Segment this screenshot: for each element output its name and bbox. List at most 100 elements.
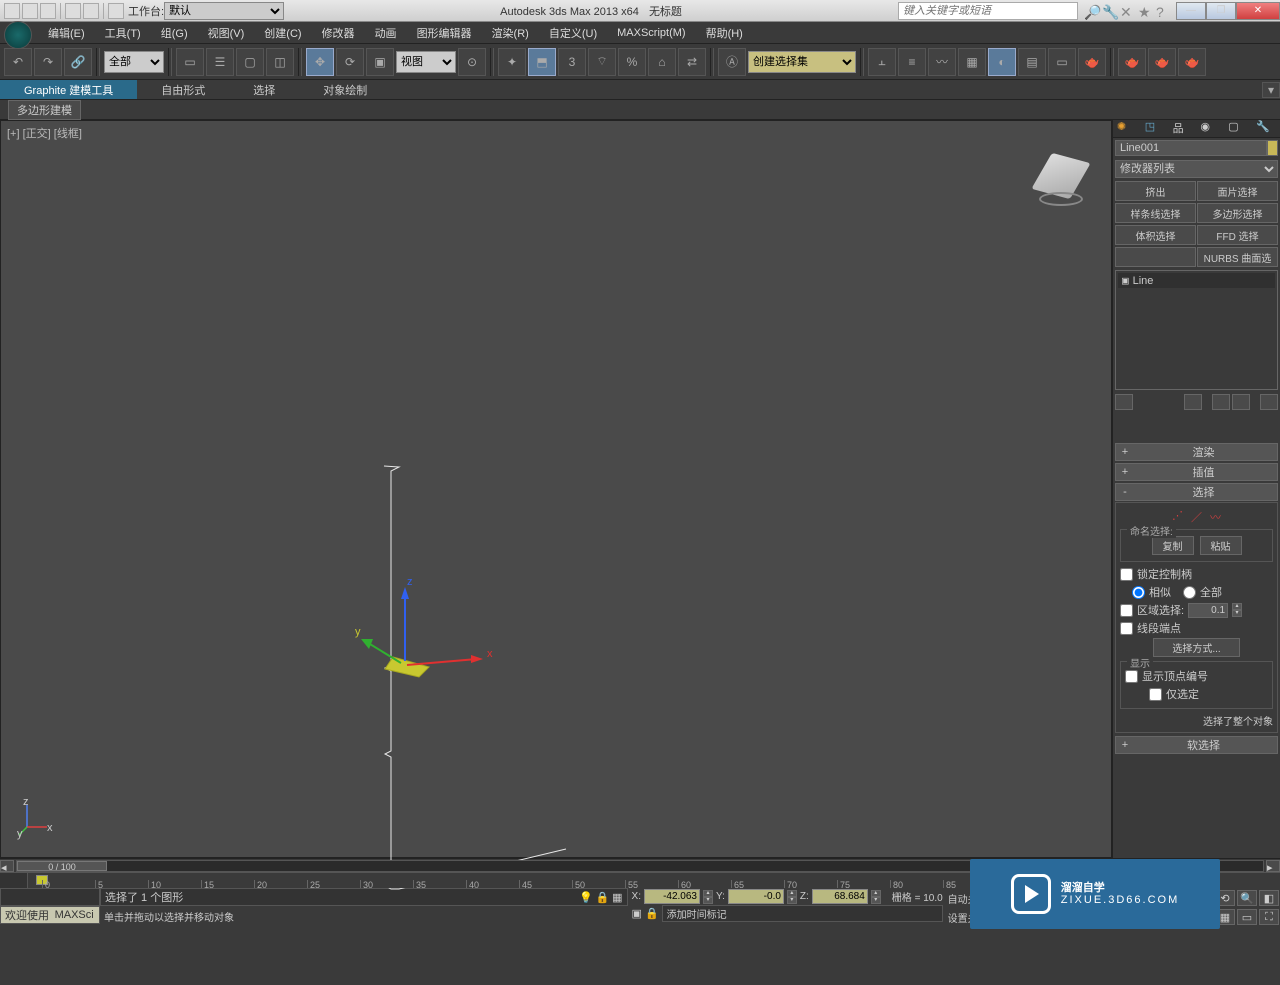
menu-views[interactable]: 视图(V)	[198, 23, 255, 43]
close-button[interactable]: ✕	[1236, 2, 1280, 20]
copy-named-sel-button[interactable]: 复制	[1152, 536, 1194, 555]
render-production-icon[interactable]: 🫖	[1178, 48, 1206, 76]
menu-edit[interactable]: 编辑(E)	[38, 23, 95, 43]
qat-open-icon[interactable]	[22, 3, 38, 19]
schematic-view-icon[interactable]: ▦	[958, 48, 986, 76]
rollout-selection[interactable]: -选择	[1115, 483, 1278, 501]
time-slider-handle[interactable]: 0 / 100	[17, 861, 107, 871]
spinner-snap-icon[interactable]: %	[618, 48, 646, 76]
modset-patch[interactable]: 面片选择	[1197, 181, 1278, 201]
render-frame-icon[interactable]: ▭	[1048, 48, 1076, 76]
area-select-value[interactable]	[1188, 603, 1228, 618]
window-crossing-icon[interactable]: ◫	[266, 48, 294, 76]
utilities-tab-icon[interactable]: 🔧	[1256, 120, 1276, 136]
viewport-label[interactable]: [+] [正交] [线框]	[7, 125, 82, 141]
area-select-checkbox[interactable]	[1120, 604, 1133, 617]
ribbon-tab-freeform[interactable]: 自由形式	[137, 80, 229, 99]
render-setup-icon[interactable]: ▤	[1018, 48, 1046, 76]
grid-icon[interactable]: ▦	[612, 891, 622, 904]
stack-item-line[interactable]: ▣Line	[1118, 273, 1275, 288]
select-rotate-icon[interactable]: ⟳	[336, 48, 364, 76]
named-sel-icon[interactable]: Ⓐ	[718, 48, 746, 76]
modset-poly-sel[interactable]: 多边形选择	[1197, 203, 1278, 223]
only-selected-checkbox[interactable]	[1149, 688, 1162, 701]
material-editor-icon[interactable]: ◐	[988, 48, 1016, 76]
qat-redo-icon[interactable]	[83, 3, 99, 19]
select-region-rect-icon[interactable]: ▢	[236, 48, 264, 76]
all-radio[interactable]	[1183, 586, 1196, 599]
quick-render-icon[interactable]: 🫖	[1118, 48, 1146, 76]
render-preset-icon[interactable]: 🫖	[1148, 48, 1176, 76]
menu-animation[interactable]: 动画	[365, 23, 407, 43]
select-by-button[interactable]: 选择方式...	[1153, 638, 1239, 657]
curve-editor-icon[interactable]: 〰	[928, 48, 956, 76]
hierarchy-tab-icon[interactable]: 品	[1173, 120, 1193, 136]
minimize-button[interactable]: —	[1176, 2, 1206, 20]
welcome-button[interactable]: 欢迎使用 MAXSci	[0, 906, 100, 924]
pin-stack-icon[interactable]	[1115, 394, 1133, 410]
lock-selection-icon[interactable]: 🔒	[645, 907, 659, 920]
show-end-result-icon[interactable]	[1184, 394, 1202, 410]
viewport[interactable]: [+] [正交] [线框] z y x z	[0, 120, 1112, 858]
undo-icon[interactable]: ↶	[4, 48, 32, 76]
segment-subobj-icon[interactable]: ／	[1191, 509, 1202, 525]
modify-tab-icon[interactable]: ◳	[1145, 120, 1165, 136]
remove-modifier-icon[interactable]	[1232, 394, 1250, 410]
app-menu-icon[interactable]	[4, 21, 32, 49]
menu-create[interactable]: 创建(C)	[254, 23, 311, 43]
lightbulb-icon[interactable]: 💡	[579, 891, 593, 904]
select-scale-icon[interactable]: ▣	[366, 48, 394, 76]
modset-spline-sel[interactable]: 样条线选择	[1115, 203, 1196, 223]
fov-icon[interactable]: ◧	[1259, 890, 1279, 906]
modifier-stack[interactable]: ▣Line	[1115, 270, 1278, 390]
viewcube-ring-icon[interactable]	[1039, 192, 1083, 206]
coord-y-input[interactable]	[728, 889, 784, 904]
menu-maxscript[interactable]: MAXScript(M)	[607, 25, 695, 41]
trackbar-toggle-icon[interactable]	[0, 873, 28, 888]
area-spinner[interactable]: ▴▾	[1232, 603, 1242, 617]
motion-tab-icon[interactable]: ◉	[1200, 120, 1220, 136]
modset-extrude[interactable]: 挤出	[1115, 181, 1196, 201]
menu-help[interactable]: 帮助(H)	[696, 23, 753, 43]
qat-undo-icon[interactable]	[65, 3, 81, 19]
exchange-icon[interactable]: ✕	[1120, 4, 1134, 18]
select-manipulate-icon[interactable]: ✦	[498, 48, 526, 76]
modset-nurbs[interactable]: NURBS 曲面选	[1197, 247, 1278, 267]
coord-x-input[interactable]	[644, 889, 700, 904]
similar-radio[interactable]	[1132, 586, 1145, 599]
segment-end-checkbox[interactable]	[1120, 622, 1133, 635]
binoculars-icon[interactable]: 🔎	[1084, 4, 1098, 18]
spline-subobj-icon[interactable]: 〰	[1210, 509, 1221, 525]
create-tab-icon[interactable]: ✺	[1117, 120, 1137, 136]
qat-new-icon[interactable]	[4, 3, 20, 19]
max-viewport-icon[interactable]: ⛶	[1259, 909, 1279, 925]
lock-handles-checkbox[interactable]	[1120, 568, 1133, 581]
layers-icon[interactable]: ≡	[898, 48, 926, 76]
menu-group[interactable]: 组(G)	[151, 23, 198, 43]
gizmo-xy-plane[interactable]	[385, 657, 429, 677]
ribbon-tab-objectpaint[interactable]: 对象绘制	[299, 80, 391, 99]
modset-vol-sel[interactable]: 体积选择	[1115, 225, 1196, 245]
qat-save-icon[interactable]	[40, 3, 56, 19]
isolate-icon[interactable]: ▣	[632, 907, 642, 920]
paste-named-sel-button[interactable]: 粘贴	[1200, 536, 1242, 555]
align-icon[interactable]: ⫠	[868, 48, 896, 76]
zoom-icon[interactable]: 🔍	[1237, 890, 1257, 906]
time-scrub-right-icon[interactable]: ▸	[1266, 860, 1280, 872]
workspace-dropdown[interactable]: 默认	[164, 2, 284, 20]
polygon-modeling-button[interactable]: 多边形建模	[8, 100, 81, 120]
select-by-name-icon[interactable]: ☰	[206, 48, 234, 76]
region-zoom-icon[interactable]: ▭	[1237, 909, 1257, 925]
modset-blank[interactable]	[1115, 247, 1196, 267]
maximize-button[interactable]: ❐	[1206, 2, 1236, 20]
help-search-input[interactable]	[898, 2, 1078, 20]
named-selection-set-dropdown[interactable]: 创建选择集	[748, 51, 856, 73]
angle-snap-icon[interactable]: 3	[558, 48, 586, 76]
pivot-center-icon[interactable]: ⊙	[458, 48, 486, 76]
rollout-interpolation[interactable]: +插值	[1115, 463, 1278, 481]
redo-icon[interactable]: ↷	[34, 48, 62, 76]
edit-named-sel-icon[interactable]: ⌂	[648, 48, 676, 76]
gizmo-x-axis[interactable]	[407, 659, 477, 665]
viewcube[interactable]	[1031, 151, 1091, 211]
coord-z-input[interactable]	[812, 889, 868, 904]
